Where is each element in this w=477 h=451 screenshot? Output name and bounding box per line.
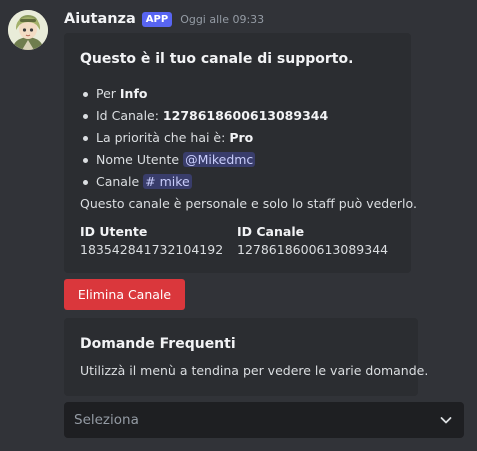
faq-select-menu[interactable]: Seleziona [64, 402, 464, 438]
user-mention[interactable]: @Mikedmc [183, 152, 256, 167]
embed-title: Domande Frequenti [80, 336, 236, 352]
username[interactable]: Aiutanza [64, 11, 136, 27]
request-type: Info [119, 86, 148, 101]
field-name: ID Utente [80, 224, 148, 239]
item-label: Canale [96, 174, 144, 189]
embed-description: Questo canale è personale e solo lo staf… [80, 196, 417, 211]
support-embed: Questo è il tuo canale di supporto. Per … [64, 33, 417, 273]
faq-embed: Domande Frequenti Utilizzà il menù a ten… [64, 318, 429, 396]
list-item: La priorità che hai è: Pro [80, 127, 397, 149]
message-header: Aiutanza APP Oggi alle 09:33 [64, 9, 264, 29]
field-name: ID Canale [237, 224, 305, 239]
avatar[interactable] [8, 10, 48, 50]
field-channel-id: ID Canale 1278618600613089344 [237, 223, 394, 259]
embed-title: Questo è il tuo canale di supporto. [80, 51, 354, 67]
item-label: Per [96, 86, 120, 101]
bot-message: Aiutanza APP Oggi alle 09:33 Questo è il… [0, 0, 477, 451]
avatar-image [8, 10, 48, 50]
item-label: Id Canale: [96, 108, 163, 123]
delete-channel-button[interactable]: Elimina Canale [64, 279, 185, 310]
select-placeholder: Seleziona [74, 412, 139, 428]
item-label: Nome Utente [96, 152, 184, 167]
channel-name: mike [159, 174, 190, 189]
timestamp: Oggi alle 09:33 [180, 12, 265, 26]
list-item: Nome Utente @Mikedmc [80, 149, 397, 171]
app-badge: APP [141, 11, 173, 27]
channel-hash-icon: # [145, 174, 156, 189]
field-value: 1278618600613089344 [237, 242, 389, 257]
priority: Pro [229, 130, 254, 145]
list-item: Id Canale: 1278618600613089344 [80, 105, 397, 127]
list-item: Canale # mike [80, 171, 397, 193]
embed-description: Utilizzà il menù a tendina per vedere le… [80, 363, 429, 378]
field-value: 183542841732104192 [80, 242, 224, 257]
chevron-down-icon[interactable] [438, 412, 454, 428]
channel-id: 1278618600613089344 [162, 108, 329, 123]
field-user-id: ID Utente 183542841732104192 [80, 223, 237, 259]
embed-info-list: Per Info Id Canale: 1278618600613089344 … [80, 83, 397, 193]
list-item: Per Info [80, 83, 397, 105]
item-label: La priorità che hai è: [96, 130, 230, 145]
channel-mention[interactable]: # mike [143, 174, 192, 189]
embed-fields: ID Utente 183542841732104192 ID Canale 1… [80, 223, 397, 259]
